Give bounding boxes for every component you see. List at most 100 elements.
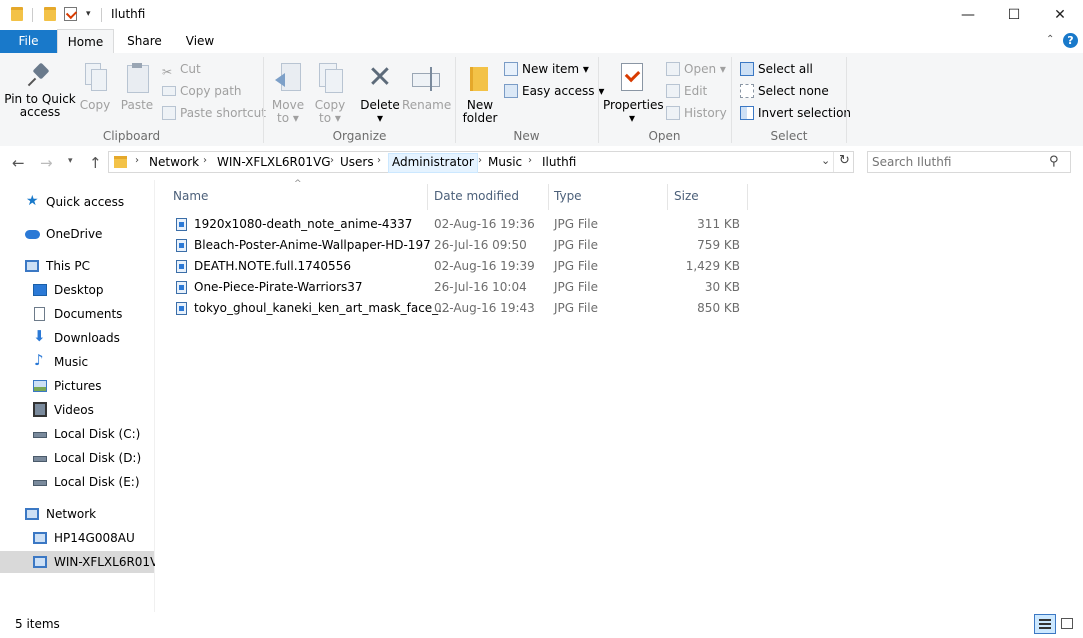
copy-to-icon <box>317 63 343 93</box>
back-arrow-icon[interactable]: ← <box>12 154 25 172</box>
nav-local-disk-e[interactable]: Local Disk (E:) <box>30 471 154 493</box>
properties-icon[interactable] <box>64 7 78 21</box>
cloud-icon <box>25 230 40 239</box>
nav-quick-access[interactable]: ★ Quick access <box>22 191 154 213</box>
nav-videos[interactable]: Videos <box>30 399 154 421</box>
recent-locations-chevron-icon[interactable]: ▾ <box>68 156 73 166</box>
address-bar[interactable]: › Network › WIN-XFLXL6R01VG › Users › Ad… <box>108 151 854 173</box>
breadcrumb-computer[interactable]: WIN-XFLXL6R01VG <box>217 154 331 172</box>
history-button[interactable]: History <box>666 104 727 122</box>
cut-button[interactable]: ✂ Cut <box>162 60 201 79</box>
pin-icon <box>27 62 51 87</box>
refresh-icon[interactable]: ↻ <box>839 153 850 168</box>
search-icon[interactable]: ⚲ <box>1049 154 1059 169</box>
rename-button[interactable]: Rename <box>402 63 451 112</box>
chevron-right-icon[interactable]: › <box>528 155 532 166</box>
history-icon <box>666 106 680 120</box>
properties-button[interactable]: Properties ▾ <box>603 63 664 125</box>
large-icons-view-button[interactable] <box>1060 616 1076 632</box>
divider <box>846 57 847 143</box>
divider[interactable] <box>548 184 549 210</box>
forward-arrow-icon[interactable]: → <box>40 154 53 172</box>
delete-button[interactable]: ✕ Delete ▾ <box>360 63 400 125</box>
divider <box>101 8 102 22</box>
collapse-ribbon-icon[interactable]: ⌃ <box>1046 34 1054 45</box>
open-icon <box>666 62 680 76</box>
new-item-button[interactable]: New item ▾ <box>504 60 589 78</box>
nav-pictures[interactable]: Pictures <box>30 375 154 397</box>
download-arrow-icon: ⬇ <box>33 327 46 345</box>
monitor-icon <box>25 260 39 272</box>
nav-local-disk-d[interactable]: Local Disk (D:) <box>30 447 154 469</box>
help-icon[interactable]: ? <box>1063 33 1078 48</box>
tab-home[interactable]: Home <box>57 29 114 53</box>
paste-button[interactable]: Paste <box>118 63 156 112</box>
move-to-button[interactable]: Move to ▾ <box>270 63 306 125</box>
column-header-name[interactable]: Name <box>173 186 208 210</box>
close-button[interactable]: ✕ <box>1037 0 1083 30</box>
file-size: 850 KB <box>697 301 740 315</box>
customize-toolbar-icon[interactable]: ▾ <box>86 9 91 19</box>
edit-button[interactable]: Edit <box>666 82 707 100</box>
folder-icon <box>11 7 23 21</box>
paste-shortcut-button[interactable]: Paste shortcut <box>162 104 266 122</box>
drive-icon <box>33 432 47 438</box>
nav-documents[interactable]: Documents <box>30 303 154 325</box>
up-arrow-icon[interactable]: ↑ <box>89 154 102 172</box>
chevron-right-icon[interactable]: › <box>377 155 381 166</box>
nav-desktop[interactable]: Desktop <box>30 279 154 301</box>
file-name: DEATH.NOTE.full.1740556 <box>194 259 351 273</box>
table-row[interactable]: One-Piece-Pirate-Warriors37 26-Jul-16 10… <box>171 277 741 298</box>
tab-file[interactable]: File <box>0 30 57 53</box>
chevron-right-icon[interactable]: › <box>135 155 139 166</box>
nav-local-disk-c[interactable]: Local Disk (C:) <box>30 423 154 445</box>
divider[interactable] <box>427 184 428 210</box>
open-button[interactable]: Open ▾ <box>666 60 726 78</box>
tab-view[interactable]: View <box>174 30 226 53</box>
copy-button[interactable]: Copy <box>78 63 112 112</box>
copy-path-button[interactable]: Copy path <box>162 82 242 100</box>
file-type: JPG File <box>554 280 598 294</box>
nav-onedrive[interactable]: OneDrive <box>22 223 154 245</box>
nav-music[interactable]: ♪ Music <box>30 351 154 373</box>
column-header-date-modified[interactable]: Date modified <box>434 186 519 210</box>
copy-to-button[interactable]: Copy to ▾ <box>312 63 348 125</box>
table-row[interactable]: 1920x1080-death_note_anime-4337 02-Aug-1… <box>171 214 741 235</box>
chevron-right-icon[interactable]: › <box>478 155 482 166</box>
nav-network[interactable]: Network <box>22 503 154 525</box>
file-name: tokyo_ghoul_kaneki_ken_art_mask_face_... <box>194 301 450 315</box>
ribbon-tabs: File Home Share View ⌃ ? <box>0 29 1083 54</box>
column-header-type[interactable]: Type <box>554 186 582 210</box>
search-box[interactable]: ⚲ <box>867 151 1071 173</box>
address-dropdown-chevron-icon[interactable]: ⌄ <box>821 154 830 167</box>
table-row[interactable]: DEATH.NOTE.full.1740556 02-Aug-16 19:39 … <box>171 256 741 277</box>
details-view-button[interactable] <box>1034 614 1056 634</box>
nav-downloads[interactable]: ⬇ Downloads <box>30 327 154 349</box>
chevron-right-icon[interactable]: › <box>330 155 334 166</box>
search-input[interactable] <box>872 154 1042 170</box>
breadcrumb-network[interactable]: Network <box>149 154 199 172</box>
select-none-button[interactable]: Select none <box>740 82 829 100</box>
breadcrumb-administrator[interactable]: Administrator <box>388 153 478 173</box>
table-row[interactable]: tokyo_ghoul_kaneki_ken_art_mask_face_...… <box>171 298 741 319</box>
new-folder-button[interactable]: New folder <box>460 63 500 125</box>
invert-selection-button[interactable]: Invert selection <box>740 104 851 122</box>
chevron-right-icon[interactable]: › <box>203 155 207 166</box>
minimize-button[interactable]: — <box>945 0 991 30</box>
table-row[interactable]: Bleach-Poster-Anime-Wallpaper-HD-197 26-… <box>171 235 741 256</box>
nav-hp14g008au[interactable]: HP14G008AU <box>30 527 154 549</box>
breadcrumb-users[interactable]: Users <box>340 154 374 172</box>
maximize-button[interactable]: ☐ <box>991 0 1037 30</box>
pin-to-quick-access-button[interactable]: Pin to Quick access <box>4 62 76 119</box>
nav-win-xflxl6r01vg[interactable]: WIN-XFLXL6R01VG <box>0 551 168 573</box>
nav-this-pc[interactable]: This PC <box>22 255 154 277</box>
column-header-size[interactable]: Size <box>674 186 699 210</box>
select-all-button[interactable]: Select all <box>740 60 813 78</box>
new-folder-icon[interactable] <box>44 7 56 21</box>
breadcrumb-music[interactable]: Music <box>488 154 522 172</box>
divider[interactable] <box>667 184 668 210</box>
easy-access-button[interactable]: Easy access ▾ <box>504 82 604 100</box>
tab-share[interactable]: Share <box>117 30 172 53</box>
breadcrumb-current-folder[interactable]: Iluthfi <box>542 154 576 172</box>
divider[interactable] <box>747 184 748 210</box>
